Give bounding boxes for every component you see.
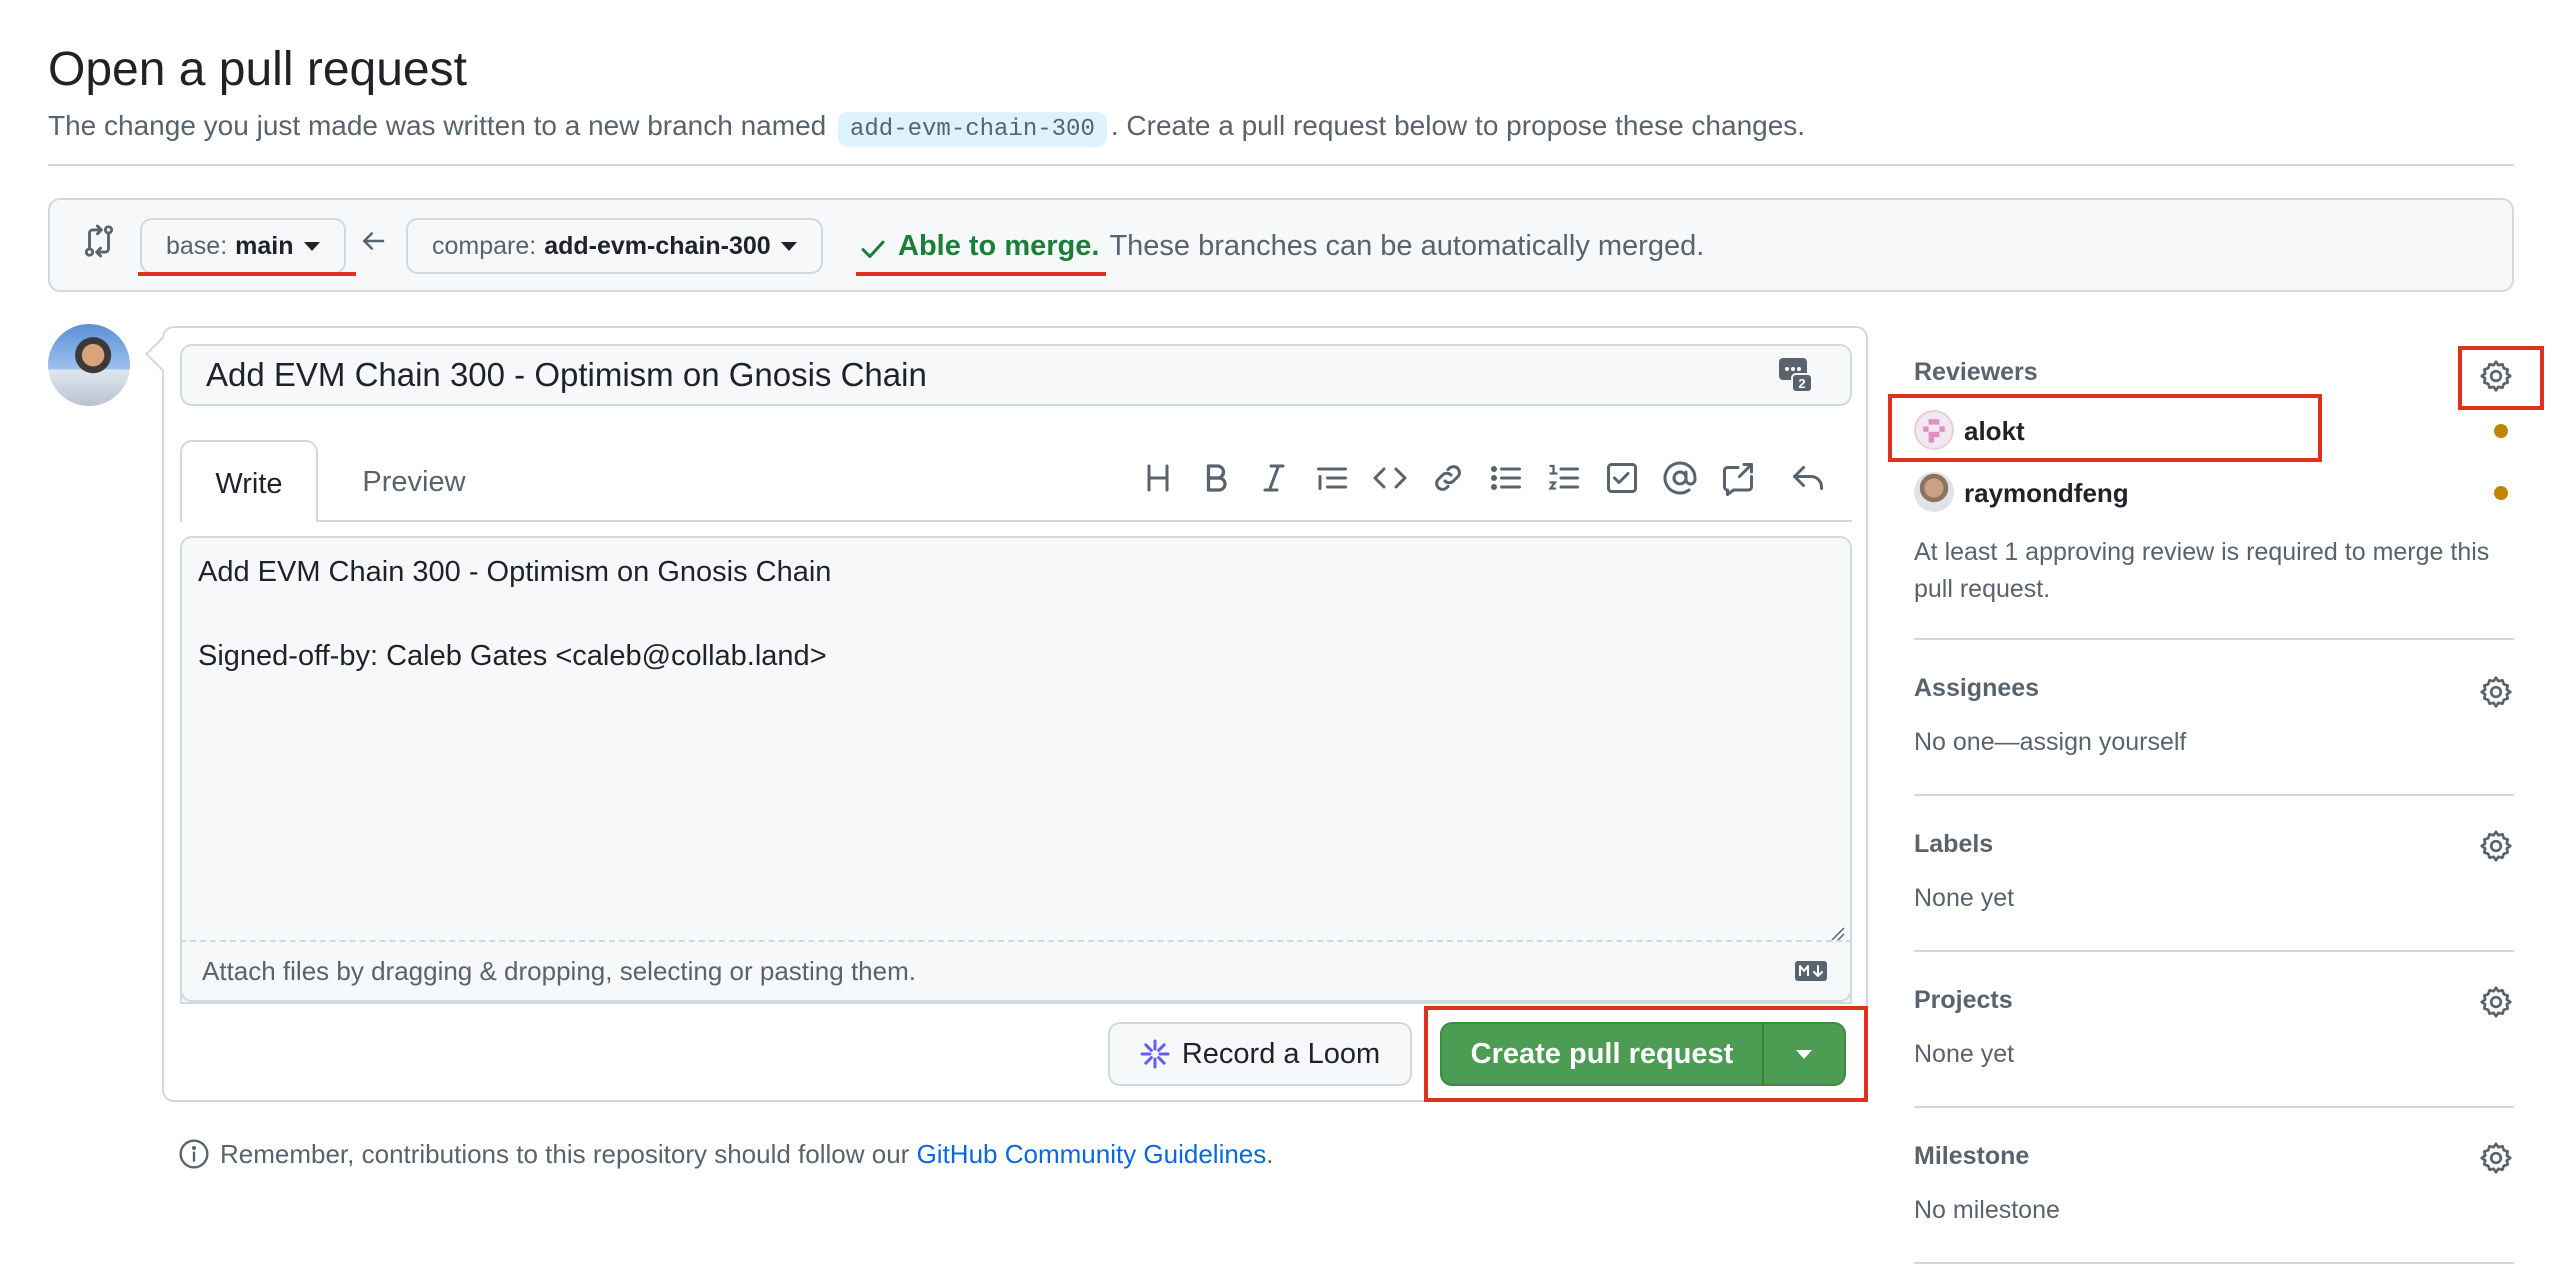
reviewers-heading[interactable]: Reviewers bbox=[1914, 358, 2038, 387]
code-icon[interactable] bbox=[1372, 460, 1408, 496]
milestone-value: No milestone bbox=[1914, 1196, 2060, 1224]
heading-icon[interactable] bbox=[1140, 460, 1176, 496]
annotation-box-reviewer bbox=[1888, 394, 2322, 462]
body-line: Signed-off-by: Caleb Gates <caleb@collab… bbox=[198, 640, 827, 672]
arrow-left-icon bbox=[358, 226, 388, 256]
annotation-box-gear bbox=[2458, 346, 2544, 410]
tab-preview[interactable]: Preview bbox=[344, 440, 484, 520]
git-compare-icon bbox=[80, 222, 118, 260]
saved-replies-count: 2 bbox=[1798, 376, 1805, 391]
note-post: . bbox=[1266, 1138, 1274, 1169]
sidebar-divider bbox=[1914, 950, 2514, 952]
note-pre: Remember, contributions to this reposito… bbox=[220, 1138, 910, 1169]
assignees-heading[interactable]: Assignees bbox=[1914, 674, 2039, 703]
subtitle-text: The change you just made was written to … bbox=[48, 110, 827, 141]
info-icon bbox=[178, 1138, 210, 1170]
assignees-gear-icon[interactable] bbox=[2478, 674, 2514, 710]
labels-value: None yet bbox=[1914, 884, 2015, 912]
tab-write[interactable]: Write bbox=[180, 440, 318, 522]
page-subtitle: The change you just made was written to … bbox=[48, 106, 1805, 150]
attach-files-bar[interactable]: Attach files by dragging & dropping, sel… bbox=[180, 940, 1852, 1002]
milestone-gear-icon[interactable] bbox=[2478, 1140, 2514, 1176]
tabs-divider bbox=[316, 520, 1852, 522]
compare-branch-select[interactable]: compare: add-evm-chain-300 bbox=[406, 218, 823, 274]
community-guidelines-link[interactable]: GitHub Community Guidelines bbox=[917, 1139, 1267, 1169]
body-line: Add EVM Chain 300 - Optimism on Gnosis C… bbox=[198, 556, 832, 588]
reviewers-requirement-note: At least 1 approving review is required … bbox=[1914, 538, 2490, 603]
chevron-down-icon bbox=[303, 241, 320, 251]
contribution-note: Remember, contributions to this reposito… bbox=[178, 1138, 1274, 1170]
compare-label: compare: bbox=[432, 231, 537, 260]
merge-status-ok: Able to merge. bbox=[898, 230, 1100, 262]
annotation-underline-merge bbox=[856, 272, 1106, 276]
resize-handle-icon[interactable] bbox=[1826, 922, 1846, 942]
record-loom-label: Record a Loom bbox=[1181, 1037, 1381, 1070]
labels-heading[interactable]: Labels bbox=[1914, 830, 1993, 859]
pending-review-dot bbox=[2494, 424, 2508, 438]
sidebar-divider bbox=[1914, 1106, 2514, 1108]
merge-status-text: These branches can be automatically merg… bbox=[1109, 230, 1705, 262]
milestone-heading[interactable]: Milestone bbox=[1914, 1142, 2029, 1171]
branch-name-code: add-evm-chain-300 bbox=[838, 112, 1107, 147]
merge-status: Able to merge. These branches can be aut… bbox=[858, 222, 1704, 270]
check-icon bbox=[858, 231, 888, 261]
mention-icon[interactable] bbox=[1662, 460, 1698, 496]
quote-icon[interactable] bbox=[1314, 460, 1350, 496]
assignees-value[interactable]: No one—assign yourself bbox=[1914, 728, 2186, 757]
compare-value: add-evm-chain-300 bbox=[544, 231, 771, 260]
header-divider bbox=[48, 164, 2514, 166]
loom-icon bbox=[1140, 1039, 1170, 1069]
bold-icon[interactable] bbox=[1198, 460, 1234, 496]
projects-heading[interactable]: Projects bbox=[1914, 986, 2013, 1015]
labels-gear-icon[interactable] bbox=[2478, 828, 2514, 864]
link-icon[interactable] bbox=[1430, 460, 1466, 496]
projects-value: None yet bbox=[1914, 1040, 2015, 1068]
unordered-list-icon[interactable] bbox=[1488, 460, 1524, 496]
reviewer-name[interactable]: raymondfeng bbox=[1964, 478, 2129, 509]
record-loom-button[interactable]: Record a Loom bbox=[1108, 1022, 1412, 1086]
saved-replies-icon[interactable]: 2 bbox=[1778, 356, 1813, 393]
pr-body-textarea[interactable] bbox=[180, 536, 1852, 1004]
markdown-icon[interactable] bbox=[1794, 960, 1828, 982]
ordered-list-icon[interactable] bbox=[1546, 460, 1582, 496]
reviewer-avatar bbox=[1914, 472, 1954, 512]
page-title: Open a pull request bbox=[48, 43, 467, 96]
annotation-box-create bbox=[1424, 1006, 1868, 1102]
pr-title-input[interactable] bbox=[180, 344, 1852, 406]
chevron-down-icon bbox=[780, 241, 797, 251]
cross-reference-icon[interactable] bbox=[1720, 460, 1756, 496]
undo-icon[interactable] bbox=[1790, 460, 1826, 496]
author-avatar bbox=[48, 324, 130, 406]
projects-gear-icon[interactable] bbox=[2478, 984, 2514, 1020]
subtitle-text-end: . Create a pull request below to propose… bbox=[1110, 110, 1806, 141]
base-label: base: bbox=[166, 231, 228, 260]
pending-review-dot bbox=[2494, 486, 2508, 500]
italic-icon[interactable] bbox=[1256, 460, 1292, 496]
note-text: Remember, contributions to this reposito… bbox=[220, 1139, 1274, 1170]
task-list-icon[interactable] bbox=[1604, 460, 1640, 496]
base-value: main bbox=[235, 231, 294, 260]
annotation-underline-base bbox=[138, 272, 356, 276]
base-branch-select[interactable]: base: main bbox=[140, 218, 346, 274]
sidebar-divider bbox=[1914, 638, 2514, 640]
sidebar-divider bbox=[1914, 794, 2514, 796]
